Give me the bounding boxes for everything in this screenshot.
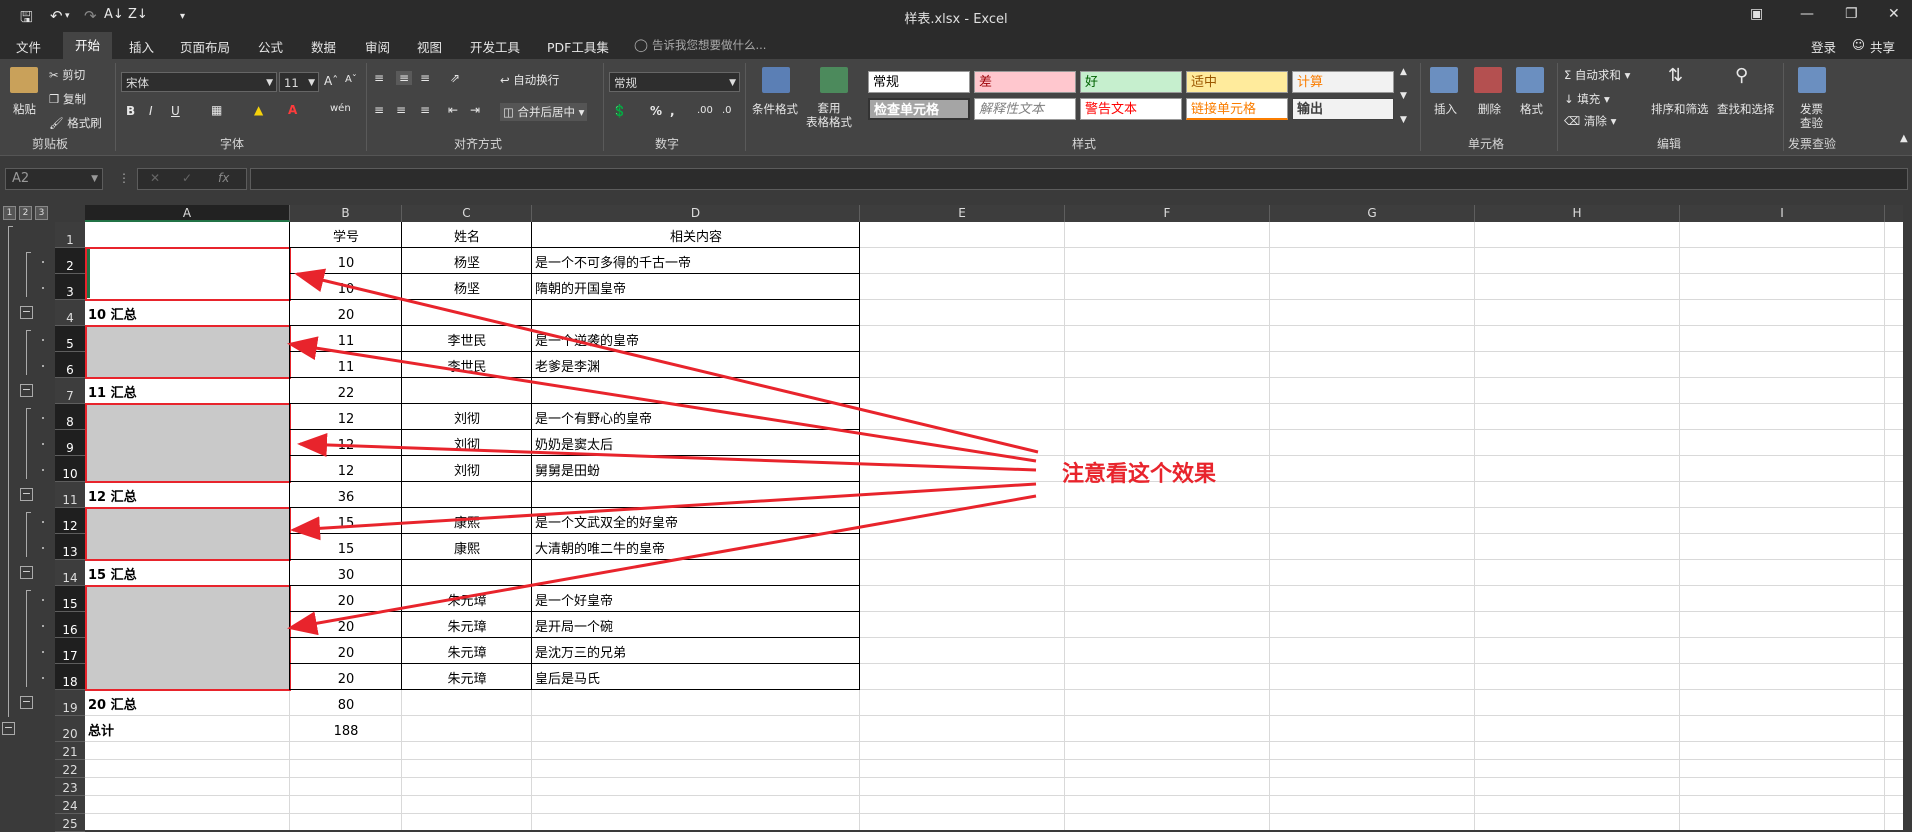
annotation-arrow (297, 432, 1037, 472)
annotation-arrows (287, 268, 1039, 636)
annotation-arrow (287, 494, 1037, 636)
annotation-text: 注意看这个效果 (1062, 462, 1217, 487)
annotation-arrow (290, 482, 1037, 541)
